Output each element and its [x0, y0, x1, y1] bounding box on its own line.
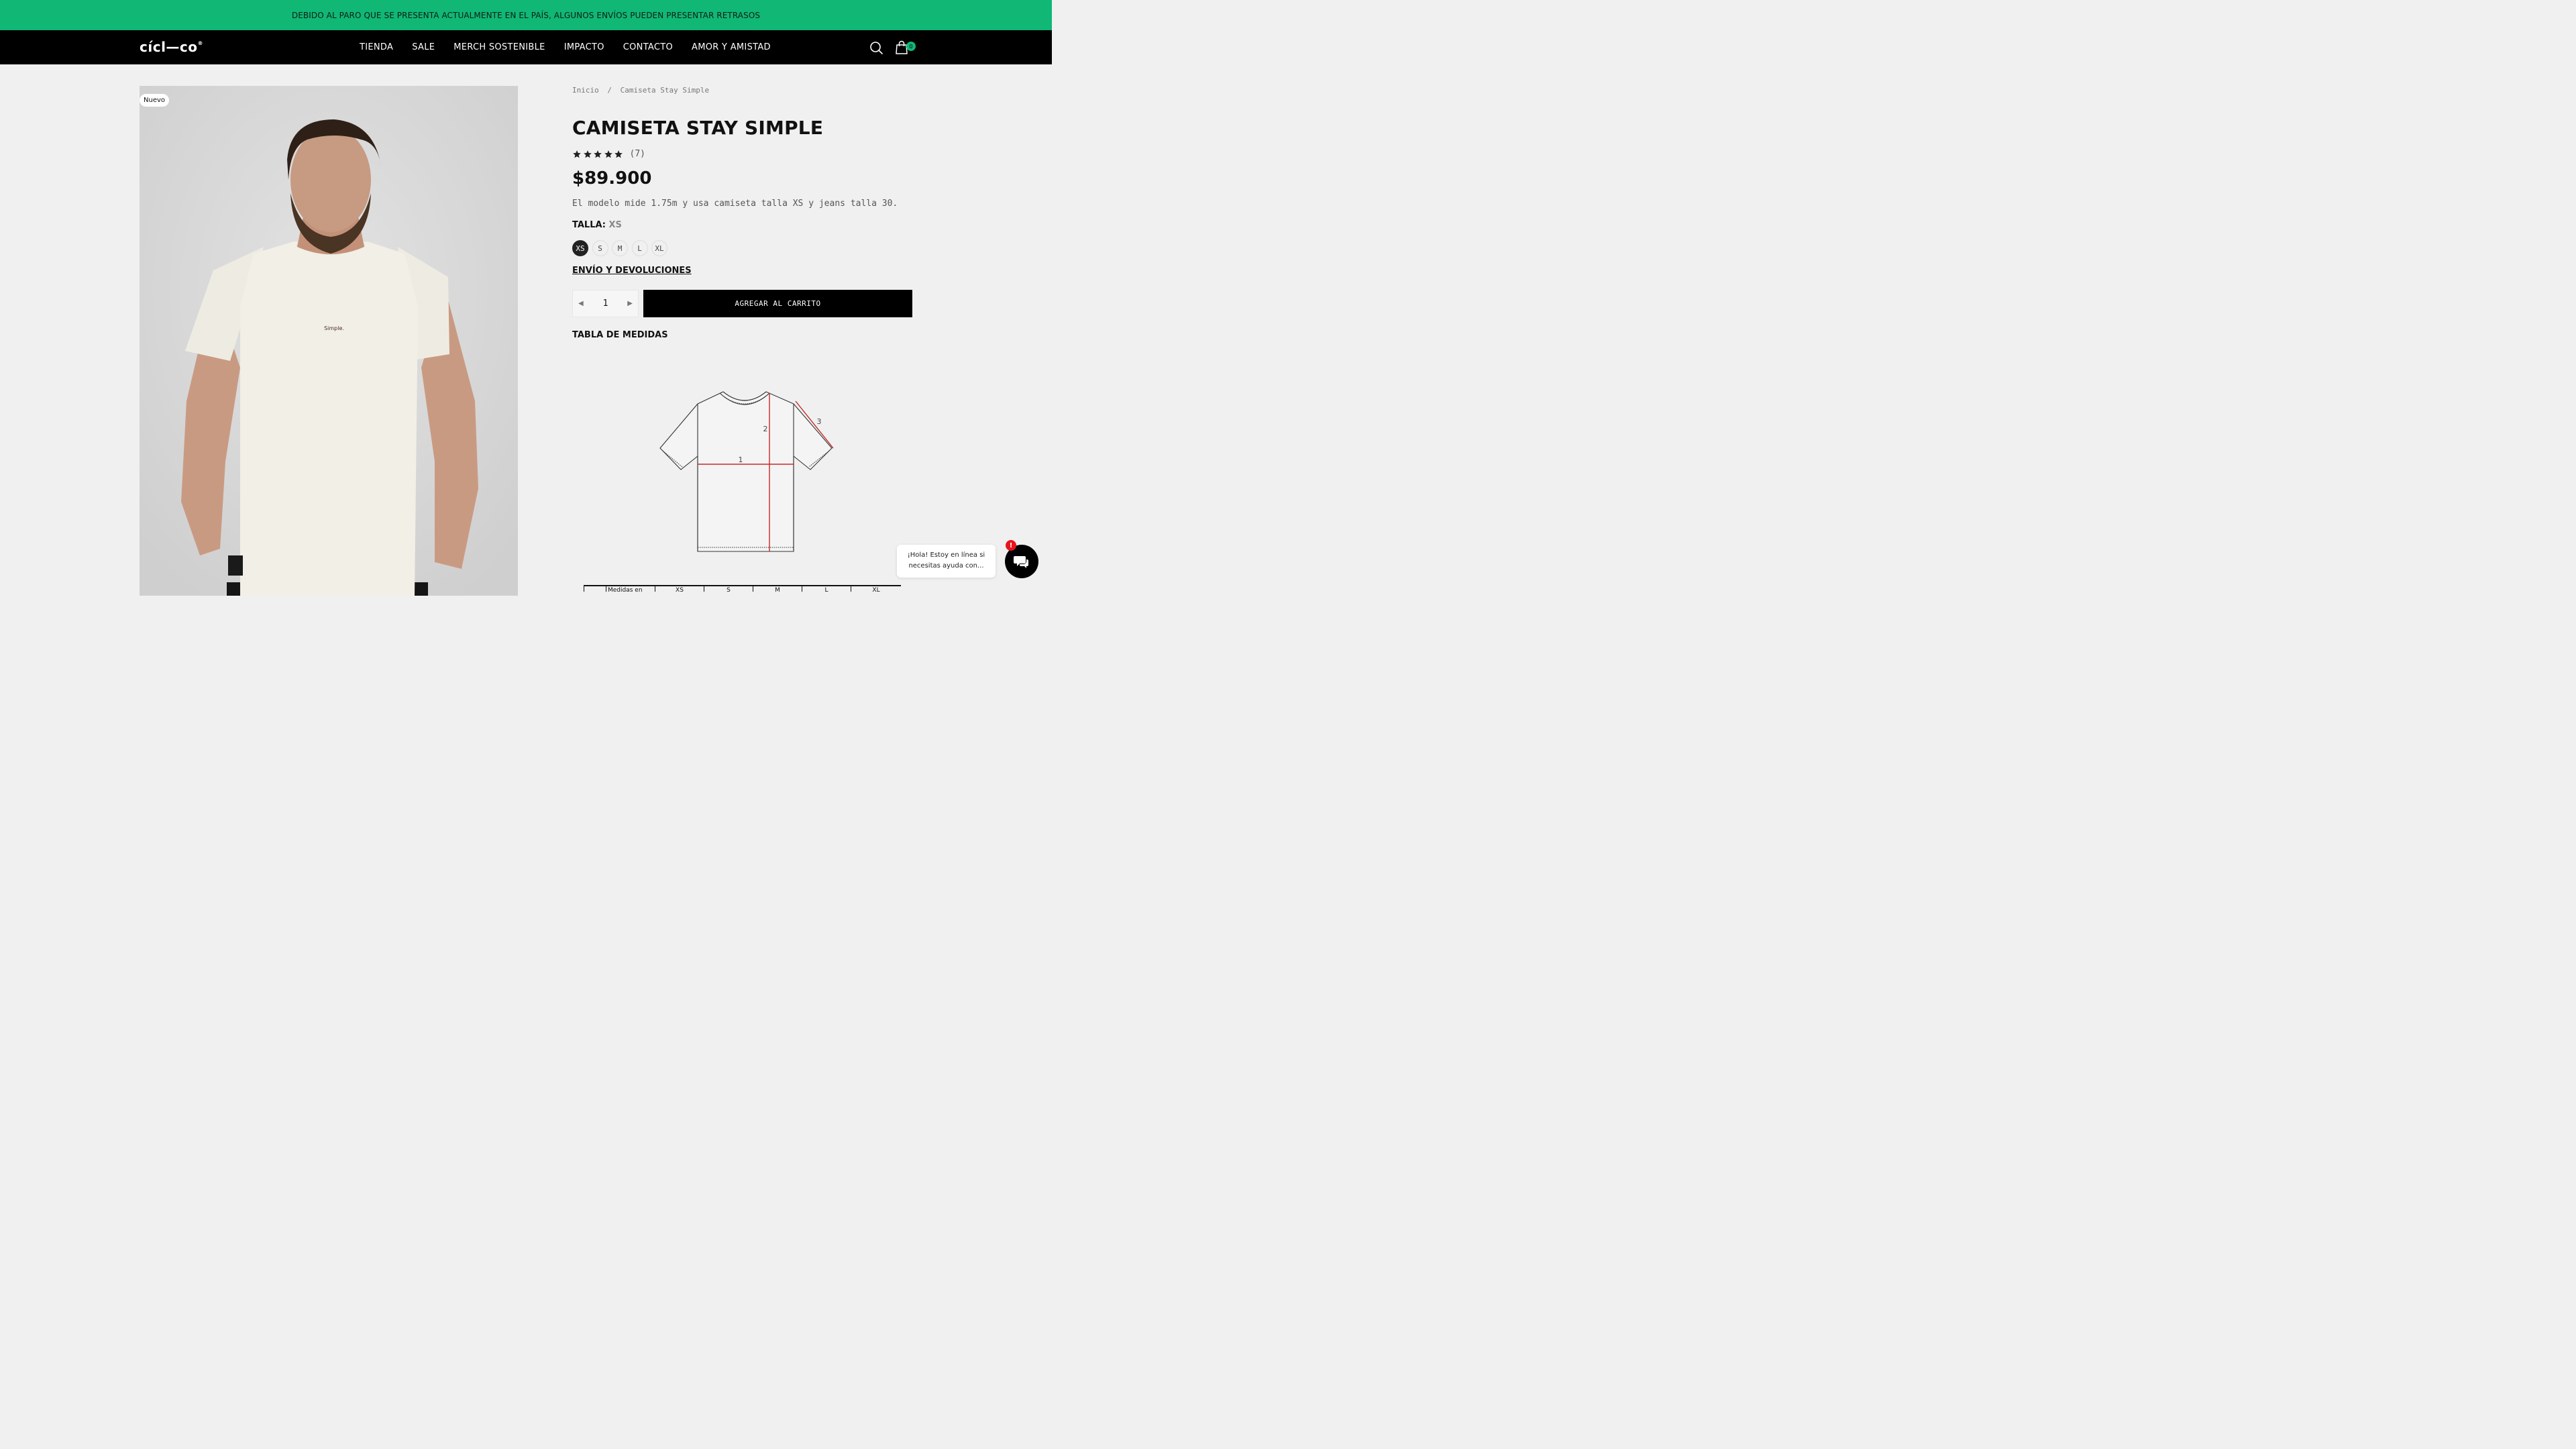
table-header-cell	[584, 586, 606, 592]
cart-count-badge: 0	[906, 42, 916, 51]
nav-contacto[interactable]: CONTACTO	[623, 42, 673, 52]
chat-icon	[1014, 556, 1028, 568]
table-header-cell: XS	[655, 586, 704, 592]
model-note: El modelo mide 1.75m y usa camiseta tall…	[572, 199, 898, 209]
size-label: TALLA: XS	[572, 220, 622, 230]
size-option-xs[interactable]: XS	[572, 240, 588, 256]
size-selected-value: XS	[608, 220, 622, 230]
breadcrumb-home[interactable]: Inicio	[572, 86, 599, 95]
chat-alert-badge: !	[1006, 540, 1016, 551]
rating-count[interactable]: (7)	[630, 149, 645, 159]
nav-amor-y-amistad[interactable]: AMOR Y AMISTAD	[692, 42, 771, 52]
add-to-cart-button[interactable]: AGREGAR AL CARRITO	[643, 290, 912, 317]
product-title: CAMISETA STAY SIMPLE	[572, 117, 824, 139]
logo-mark: ®	[197, 40, 204, 47]
quantity-stepper: ◀ 1 ▶	[572, 290, 639, 317]
decrease-qty-button[interactable]: ◀	[578, 300, 584, 307]
star-icon	[573, 150, 581, 158]
size-table: Medidas en XS S M L XL	[584, 585, 901, 592]
product-image[interactable]: Simple.	[140, 86, 518, 596]
size-chart-title: TABLA DE MEDIDAS	[572, 330, 668, 340]
table-header-cell: L	[802, 586, 851, 592]
nav-impacto[interactable]: IMPACTO	[564, 42, 604, 52]
product-rating[interactable]: (7)	[572, 149, 645, 159]
shipping-returns-link[interactable]: ENVÍO Y DEVOLUCIONES	[572, 266, 692, 276]
size-option-s[interactable]: S	[592, 240, 608, 256]
table-header-cell: XL	[851, 586, 901, 592]
new-badge: Nuevo	[140, 94, 170, 107]
star-icon	[614, 150, 623, 158]
chat-greeting-bubble[interactable]: ¡Hola! Estoy en línea si necesitas ayuda…	[897, 545, 996, 578]
main-header: cícl—co® TIENDA SALE MERCH SOSTENIBLE IM…	[0, 30, 1052, 64]
measure-label-3: 3	[817, 417, 822, 426]
star-icon	[604, 150, 612, 158]
increase-qty-button[interactable]: ▶	[627, 300, 633, 307]
size-option-m[interactable]: M	[612, 240, 628, 256]
quantity-input[interactable]: 1	[603, 299, 608, 309]
table-header-cell: S	[704, 586, 753, 592]
logo[interactable]: cícl—co®	[140, 39, 203, 55]
measure-label-1: 1	[739, 455, 743, 464]
nav-menu: TIENDA SALE MERCH SOSTENIBLE IMPACTO CON…	[350, 30, 780, 64]
star-icon	[583, 150, 592, 158]
breadcrumb-current: Camiseta Stay Simple	[620, 86, 710, 95]
product-price: $89.900	[572, 168, 652, 189]
nav-tienda[interactable]: TIENDA	[360, 42, 393, 52]
logo-text[interactable]: cícl—co	[140, 39, 198, 55]
size-option-xl[interactable]: XL	[651, 240, 667, 256]
star-icon	[594, 150, 602, 158]
size-selector: XS S M L XL	[572, 240, 672, 256]
product-photo: Simple.	[140, 86, 518, 596]
tshirt-measure-diagram: 1 2 3	[659, 391, 834, 552]
breadcrumb-separator: /	[607, 86, 612, 95]
measure-label-2: 2	[763, 425, 768, 433]
nav-sale[interactable]: SALE	[412, 42, 435, 52]
search-icon[interactable]	[867, 39, 885, 56]
announcement-text: DEBIDO AL PARO QUE SE PRESENTA ACTUALMEN…	[291, 10, 761, 20]
announcement-bar: DEBIDO AL PARO QUE SE PRESENTA ACTUALMEN…	[0, 0, 1052, 30]
size-option-l[interactable]: L	[631, 240, 648, 256]
shirt-print-text: Simple.	[324, 325, 344, 331]
nav-merch-sostenible[interactable]: MERCH SOSTENIBLE	[453, 42, 545, 52]
table-header-cell: M	[753, 586, 802, 592]
table-header-cell: Medidas en	[606, 586, 655, 592]
breadcrumb: Inicio / Camiseta Stay Simple	[572, 86, 713, 95]
size-label-text: TALLA:	[572, 220, 606, 230]
